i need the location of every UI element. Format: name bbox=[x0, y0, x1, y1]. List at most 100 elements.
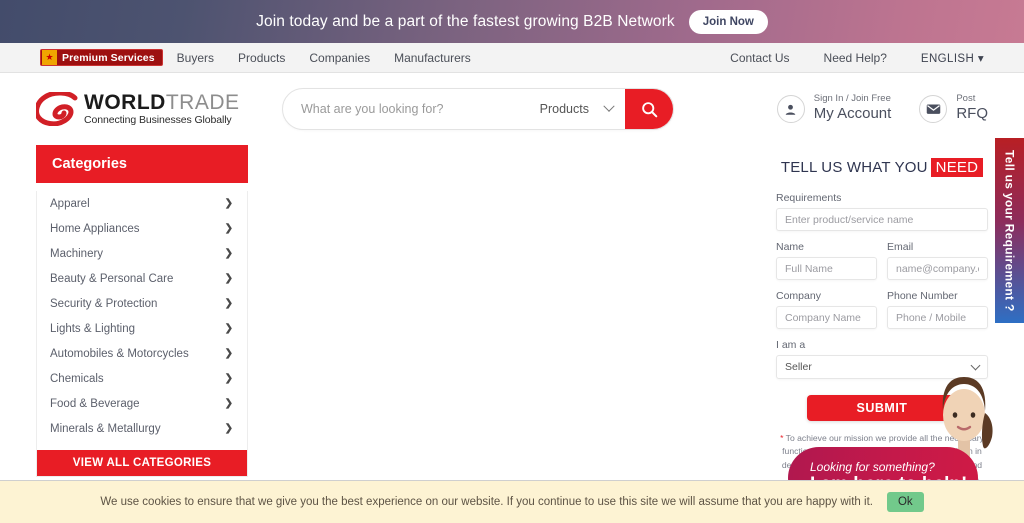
nav-item-manufacturers[interactable]: Manufacturers bbox=[394, 51, 471, 65]
rfq-form-panel: TELL US WHAT YOUNEED Requirements Name E… bbox=[776, 145, 988, 485]
language-label: ENGLISH bbox=[920, 52, 975, 65]
role-field-group: I am a Seller Buyer bbox=[776, 339, 988, 379]
sidebar-item-food-beverage[interactable]: Food & Beverage ❯ bbox=[37, 391, 247, 416]
search-category-label: Products bbox=[539, 102, 589, 116]
chevron-down-icon bbox=[603, 100, 615, 112]
chevron-right-icon: ❯ bbox=[224, 348, 233, 359]
sign-in-label: Sign In / Join Free bbox=[813, 93, 891, 105]
tell-us-requirement-label: Tell us your Requirement ? bbox=[1002, 149, 1017, 312]
name-label: Name bbox=[776, 241, 805, 253]
my-account-link[interactable]: Sign In / Join Free My Account bbox=[776, 93, 892, 123]
search-button[interactable] bbox=[625, 89, 673, 129]
category-label: Lights & Lighting bbox=[50, 322, 136, 335]
search-bar: Products bbox=[282, 88, 674, 130]
cookie-accept-button[interactable]: Ok bbox=[886, 492, 924, 512]
logo-word-world: WORLD bbox=[84, 91, 166, 115]
sidebar-item-beauty-personal-care[interactable]: Beauty & Personal Care ❯ bbox=[37, 266, 247, 291]
category-label: Chemicals bbox=[50, 372, 104, 385]
envelope-circle-icon bbox=[919, 95, 948, 123]
language-selector[interactable]: ENGLISH ▾ bbox=[921, 51, 984, 65]
requirements-field-group: Requirements bbox=[776, 192, 988, 231]
logo-text: WORLDTRADE Connecting Businesses Globall… bbox=[84, 92, 240, 126]
nav-item-buyers[interactable]: Buyers bbox=[177, 51, 214, 65]
category-label: Automobiles & Motorcycles bbox=[50, 347, 189, 360]
chat-bubble-small-text: Looking for something? bbox=[810, 459, 935, 474]
i-am-a-label: I am a bbox=[776, 339, 806, 351]
utility-nav-right: Contact Us Need Help? ENGLISH ▾ bbox=[696, 51, 984, 65]
category-label: Food & Beverage bbox=[50, 397, 140, 410]
user-circle-icon bbox=[776, 95, 805, 123]
premium-services-badge[interactable]: ★ Premium Services bbox=[40, 49, 163, 66]
join-now-button[interactable]: Join Now bbox=[688, 9, 768, 34]
sidebar-item-apparel[interactable]: Apparel ❯ bbox=[37, 191, 247, 216]
post-rfq-link[interactable]: Post RFQ bbox=[919, 93, 988, 123]
categories-panel: Categories Apparel ❯ Home Appliances ❯ M… bbox=[36, 145, 248, 485]
categories-list: Apparel ❯ Home Appliances ❯ Machinery ❯ … bbox=[36, 191, 248, 477]
logo[interactable]: WORLDTRADE Connecting Businesses Globall… bbox=[36, 92, 256, 126]
role-select[interactable]: Seller Buyer bbox=[776, 355, 988, 379]
role-select-wrapper: Seller Buyer bbox=[776, 355, 988, 379]
phone-number-label: Phone Number bbox=[887, 290, 958, 302]
category-label: Machinery bbox=[50, 247, 104, 260]
sidebar-item-chemicals[interactable]: Chemicals ❯ bbox=[37, 366, 247, 391]
nav-item-need-help[interactable]: Need Help? bbox=[824, 51, 887, 65]
phone-number-input[interactable] bbox=[887, 306, 988, 329]
email-field-group: Email bbox=[887, 241, 988, 280]
submit-button[interactable]: SUBMIT bbox=[807, 395, 957, 421]
sidebar-item-minerals-metallurgy[interactable]: Minerals & Metallurgy ❯ bbox=[37, 416, 247, 441]
name-field-group: Name bbox=[776, 241, 877, 280]
rfq-title-plain: TELL US WHAT YOU bbox=[780, 159, 928, 176]
my-account-label: My Account bbox=[813, 104, 892, 122]
nav-item-companies[interactable]: Companies bbox=[309, 51, 370, 65]
chevron-right-icon: ❯ bbox=[224, 398, 233, 409]
logo-tagline: Connecting Businesses Globally bbox=[84, 114, 232, 127]
categories-title: Categories bbox=[36, 145, 248, 183]
sidebar-item-home-appliances[interactable]: Home Appliances ❯ bbox=[37, 216, 247, 241]
premium-services-label: Premium Services bbox=[62, 51, 155, 64]
chevron-right-icon: ❯ bbox=[224, 248, 233, 259]
email-label: Email bbox=[887, 241, 914, 253]
category-label: Home Appliances bbox=[50, 222, 140, 235]
nav-item-products[interactable]: Products bbox=[238, 51, 285, 65]
tell-us-requirement-tab[interactable]: Tell us your Requirement ? bbox=[995, 138, 1024, 323]
sidebar-item-automobiles-motorcycles[interactable]: Automobiles & Motorcycles ❯ bbox=[37, 341, 247, 366]
sidebar-item-machinery[interactable]: Machinery ❯ bbox=[37, 241, 247, 266]
main-content: Categories Apparel ❯ Home Appliances ❯ M… bbox=[0, 145, 1024, 486]
search-category-dropdown[interactable]: Products bbox=[539, 100, 625, 116]
chevron-right-icon: ❯ bbox=[224, 223, 233, 234]
category-label: Security & Protection bbox=[50, 297, 158, 310]
post-label: Post bbox=[956, 93, 976, 105]
company-label: Company bbox=[776, 290, 821, 302]
company-input[interactable] bbox=[776, 306, 877, 329]
logo-word-trade: TRADE bbox=[165, 91, 240, 115]
sidebar-item-security-protection[interactable]: Security & Protection ❯ bbox=[37, 291, 247, 316]
star-icon: ★ bbox=[42, 50, 57, 65]
chevron-right-icon: ❯ bbox=[224, 373, 233, 384]
name-email-row: Name Email bbox=[776, 241, 988, 280]
requirements-label: Requirements bbox=[776, 192, 842, 204]
chevron-right-icon: ❯ bbox=[224, 323, 233, 334]
page-root: Join today and be a part of the fastest … bbox=[0, 0, 1024, 523]
site-header: WORLDTRADE Connecting Businesses Globall… bbox=[0, 73, 1024, 145]
chevron-right-icon: ❯ bbox=[224, 273, 233, 284]
view-all-categories-button[interactable]: VIEW ALL CATEGORIES bbox=[37, 450, 247, 476]
rfq-form-title: TELL US WHAT YOU NEED bbox=[776, 158, 988, 177]
name-input[interactable] bbox=[776, 257, 877, 280]
chevron-right-icon: ❯ bbox=[224, 198, 233, 209]
sidebar-item-lights-lighting[interactable]: Lights & Lighting ❯ bbox=[37, 316, 247, 341]
email-input[interactable] bbox=[887, 257, 988, 280]
search-icon bbox=[641, 101, 657, 117]
search-input[interactable] bbox=[283, 89, 540, 129]
requirements-input[interactable] bbox=[776, 208, 988, 231]
rfq-title-highlight: NEED bbox=[930, 158, 984, 177]
chevron-right-icon: ❯ bbox=[224, 423, 233, 434]
caret-down-icon: ▾ bbox=[977, 52, 984, 65]
phone-field-group: Phone Number bbox=[887, 290, 988, 329]
nav-item-contact-us[interactable]: Contact Us bbox=[730, 51, 789, 65]
cookie-consent-text: We use cookies to ensure that we give yo… bbox=[100, 496, 873, 508]
cookie-consent-bar: We use cookies to ensure that we give yo… bbox=[0, 480, 1024, 523]
category-label: Apparel bbox=[50, 197, 90, 210]
chevron-right-icon: ❯ bbox=[224, 298, 233, 309]
rfq-label: RFQ bbox=[956, 104, 988, 122]
category-label: Minerals & Metallurgy bbox=[50, 422, 161, 435]
